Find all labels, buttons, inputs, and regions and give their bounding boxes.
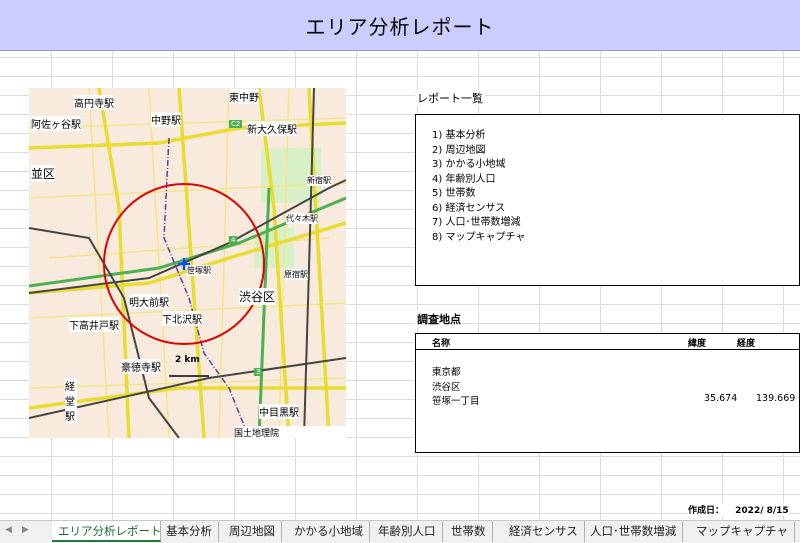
location-city: 渋谷区: [432, 382, 461, 393]
map-label: 新大久保駅: [247, 121, 297, 136]
sheet-tab-bar: ◀ ▶ エリア分析レポート 基本分析 周辺地図 かかる小地域 年齢別人口 世帯数…: [0, 520, 800, 543]
tab-basic-analysis[interactable]: 基本分析: [160, 521, 219, 542]
map-label: 並区: [31, 165, 56, 182]
title-bar: エリア分析レポート: [0, 0, 800, 51]
map-label: 渋谷区: [239, 288, 276, 305]
column-header-lon: 経度: [737, 339, 756, 349]
area-map[interactable]: 高円寺駅 東中野 中野駅 新大久保駅 阿佐ヶ谷駅 並区 新宿駅 代々木駅 笹塚駅…: [29, 88, 346, 438]
map-label: 中野駅: [151, 112, 181, 127]
report-list-item[interactable]: 7) 人口･世帯数増減: [432, 216, 525, 231]
map-label: 東中野: [229, 89, 259, 104]
report-list-item[interactable]: 8) マップキャプチャ: [432, 231, 525, 246]
map-label: 豪徳寺駅: [121, 359, 161, 374]
tab-scroll-right-icon[interactable]: ▶: [22, 525, 29, 535]
created-date: 作成日： 2022/ 8/15: [688, 503, 789, 516]
map-label: 経堂駅: [65, 378, 77, 423]
column-header-name: 名称: [432, 339, 451, 349]
location-prefecture: 東京都: [432, 367, 461, 378]
location-longitude: 139.669: [756, 393, 796, 404]
tab-economic-census[interactable]: 経済センサス: [503, 521, 585, 542]
report-list-box: 1) 基本分析 2) 周辺地図 3) かかる小地域 4) 年齢別人口 5) 世帯…: [415, 114, 800, 286]
map-attribution: 国土地理院 ZoomLevel=13: [234, 426, 346, 438]
tab-population-change[interactable]: 人口･世帯数増減: [584, 521, 684, 542]
tab-age-population[interactable]: 年齢別人口: [372, 521, 443, 542]
location-table: 名称 緯度 経度 東京都 渋谷区 笹塚一丁目 35.674 139.669: [415, 333, 800, 453]
location-table-header: 名称 緯度 経度: [416, 334, 799, 350]
route-badge: C2: [229, 120, 243, 128]
tab-small-area[interactable]: かかる小地域: [288, 521, 370, 542]
report-list-item[interactable]: 6) 経済センサス: [432, 202, 525, 217]
report-list-item[interactable]: 2) 周辺地図: [432, 144, 525, 159]
report-list-item[interactable]: 3) かかる小地域: [432, 158, 525, 173]
map-label: 明大前駅: [129, 294, 169, 309]
tab-scroll-left-icon[interactable]: ◀: [5, 525, 12, 535]
map-label: 新宿駅: [307, 175, 331, 186]
map-label: 下高井戸駅: [69, 317, 119, 332]
location-latitude: 35.674: [704, 393, 738, 404]
report-list: 1) 基本分析 2) 周辺地図 3) かかる小地域 4) 年齢別人口 5) 世帯…: [432, 129, 525, 245]
map-label: 中目黒駅: [259, 404, 299, 419]
route-badge: 3: [254, 368, 263, 376]
map-label: 高円寺駅: [74, 95, 114, 110]
tab-area-report[interactable]: エリア分析レポート: [52, 521, 162, 542]
report-list-title: レポート一覧: [415, 90, 485, 106]
map-label: 原宿駅: [284, 269, 308, 280]
page-title: エリア分析レポート: [305, 14, 495, 39]
created-date-value: 2022/ 8/15: [735, 506, 789, 516]
map-label: 笹塚駅: [187, 265, 211, 276]
report-list-item[interactable]: 1) 基本分析: [432, 129, 525, 144]
map-label: 下北沢駅: [162, 311, 202, 326]
map-label: 阿佐ヶ谷駅: [31, 116, 81, 131]
map-scale-label: 2 km: [175, 355, 200, 365]
tab-households[interactable]: 世帯数: [445, 521, 493, 542]
tab-map-capture[interactable]: マップキャプチャ: [690, 521, 795, 542]
report-list-item[interactable]: 5) 世帯数: [432, 187, 525, 202]
route-badge: 4: [229, 236, 238, 244]
location-town: 笹塚一丁目: [432, 396, 480, 407]
report-list-item[interactable]: 4) 年齢別人口: [432, 173, 525, 188]
ward-boundary: [163, 137, 250, 438]
tab-surrounding-map[interactable]: 周辺地図: [223, 521, 282, 542]
column-header-lat: 緯度: [688, 339, 707, 349]
location-title: 調査地点: [415, 311, 463, 327]
created-date-label: 作成日：: [688, 506, 725, 516]
map-label: 代々木駅: [286, 213, 318, 224]
